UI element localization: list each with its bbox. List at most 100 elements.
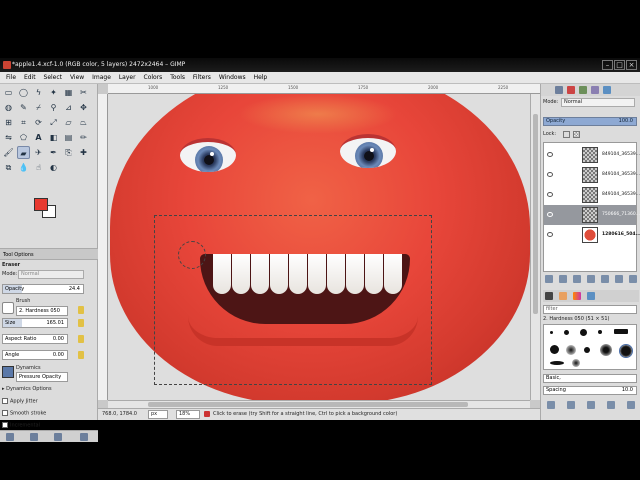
restore-options-icon[interactable] [30, 433, 38, 441]
menu-help[interactable]: Help [254, 72, 268, 84]
menu-colors[interactable]: Colors [144, 72, 163, 84]
brush-item[interactable] [614, 329, 628, 334]
duplicate-brush-icon[interactable] [587, 401, 595, 409]
dynamics-options-expander[interactable]: ▸ Dynamics Options [2, 386, 96, 392]
brush-item[interactable] [564, 330, 569, 335]
zoom-tool-icon[interactable]: ⚲ [47, 101, 60, 114]
layer-opacity-slider[interactable]: Opacity 100.0 [543, 117, 637, 126]
minimize-button[interactable]: – [602, 60, 613, 70]
bucket-fill-tool-icon[interactable]: ◧ [47, 131, 60, 144]
scissors-tool-icon[interactable]: ✂ [77, 86, 90, 99]
layer-row-selected[interactable]: 750666_71360... [544, 205, 640, 225]
layer-row[interactable]: 849104_36539... [544, 145, 640, 165]
opacity-slider[interactable]: Opacity 24.4 [2, 284, 84, 294]
patterns-tab-icon[interactable] [559, 292, 567, 300]
aspect-reset-icon[interactable] [78, 335, 84, 343]
reset-options-icon[interactable] [80, 433, 88, 441]
brush-select[interactable]: 2. Hardness 050 [16, 306, 68, 316]
airbrush-tool-icon[interactable]: ✈ [32, 146, 45, 159]
brush-item-selected[interactable] [619, 344, 633, 358]
gradients-tab-icon[interactable] [573, 292, 581, 300]
brush-item[interactable] [580, 329, 587, 336]
menu-windows[interactable]: Windows [219, 72, 246, 84]
brush-item[interactable] [600, 344, 612, 356]
delete-brush-icon[interactable] [607, 401, 615, 409]
brush-preview-icon[interactable] [2, 302, 14, 314]
foreground-select-tool-icon[interactable]: ◍ [2, 101, 15, 114]
clone-tool-icon[interactable]: ⎘ [62, 146, 75, 159]
brushes-tab-icon[interactable] [545, 292, 553, 300]
brush-item[interactable] [598, 330, 602, 334]
layer-row[interactable]: 849104_36539... [544, 185, 640, 205]
ellipse-select-tool-icon[interactable]: ◯ [17, 86, 30, 99]
visibility-eye-icon[interactable] [547, 172, 553, 177]
size-slider[interactable]: Size 165.01 [2, 318, 68, 328]
save-options-icon[interactable] [6, 433, 14, 441]
new-layer-group-icon[interactable] [559, 275, 567, 283]
delete-layer-icon[interactable] [629, 275, 637, 283]
brush-filter-input[interactable]: filter [543, 305, 637, 314]
brush-item[interactable] [550, 361, 564, 365]
rect-select-tool-icon[interactable]: ▭ [2, 86, 15, 99]
layer-row[interactable]: 1280616_504... [544, 225, 640, 245]
menu-view[interactable]: View [70, 72, 84, 84]
paths-tab-icon[interactable] [579, 86, 587, 94]
brush-tag-input[interactable]: Basic, [543, 374, 637, 383]
vertical-scroll-thumb[interactable] [533, 114, 538, 314]
perspective-clone-tool-icon[interactable]: ⧉ [2, 161, 15, 174]
raise-layer-icon[interactable] [573, 275, 581, 283]
refresh-brushes-icon[interactable] [627, 401, 635, 409]
dynamics-select[interactable]: Pressure Opacity [16, 372, 68, 382]
ink-tool-icon[interactable]: ✒ [47, 146, 60, 159]
dynamics-icon[interactable] [2, 366, 14, 378]
brush-item[interactable] [572, 359, 580, 367]
move-tool-icon[interactable]: ✥ [77, 101, 90, 114]
brush-spacing-slider[interactable]: Spacing 10.0 [543, 386, 637, 395]
rotate-tool-icon[interactable]: ⟳ [32, 116, 45, 129]
horizontal-ruler[interactable]: 1000 1250 1500 1750 2000 2250 [108, 84, 540, 94]
color-picker-tool-icon[interactable]: ⌿ [32, 101, 45, 114]
horizontal-scrollbar[interactable] [108, 400, 530, 408]
paths-tool-icon[interactable]: ✎ [17, 101, 30, 114]
brush-edit-icon[interactable] [78, 306, 84, 314]
vertical-scrollbar[interactable] [530, 94, 540, 400]
new-layer-icon[interactable] [545, 275, 553, 283]
channels-tab-icon[interactable] [567, 86, 575, 94]
angle-slider[interactable]: Angle 0.00 [2, 350, 68, 360]
brush-item[interactable] [584, 347, 590, 353]
crop-tool-icon[interactable]: ⌗ [17, 116, 30, 129]
by-color-select-tool-icon[interactable]: ▦ [62, 86, 75, 99]
smooth-stroke-option[interactable]: Smooth stroke [2, 410, 96, 417]
angle-reset-icon[interactable] [78, 351, 84, 359]
aspect-ratio-slider[interactable]: Aspect Ratio 0.00 [2, 334, 68, 344]
vertical-ruler[interactable] [98, 94, 108, 400]
apply-jitter-option[interactable]: Apply Jitter [2, 398, 96, 405]
lock-pixels-icon[interactable] [563, 131, 570, 138]
incremental-checkbox[interactable] [2, 422, 8, 428]
delete-options-icon[interactable] [54, 433, 62, 441]
free-select-tool-icon[interactable]: ϟ [32, 86, 45, 99]
menu-select[interactable]: Select [44, 72, 63, 84]
zoom-select[interactable]: 18% [176, 410, 200, 419]
brush-item[interactable] [550, 331, 553, 334]
edit-brush-icon[interactable] [547, 401, 555, 409]
menu-file[interactable]: File [6, 72, 16, 84]
layers-tab-icon[interactable] [555, 86, 563, 94]
smudge-tool-icon[interactable]: ☝ [32, 161, 45, 174]
layer-mode-select[interactable]: Normal [561, 98, 635, 107]
new-brush-icon[interactable] [567, 401, 575, 409]
heal-tool-icon[interactable]: ✚ [77, 146, 90, 159]
tool-options-tab[interactable]: Tool Options [0, 248, 98, 260]
dodge-tool-icon[interactable]: ◐ [47, 161, 60, 174]
foreground-color-swatch[interactable] [34, 198, 48, 211]
images-tab-icon[interactable] [603, 86, 611, 94]
visibility-eye-icon[interactable] [547, 232, 553, 237]
duplicate-layer-icon[interactable] [601, 275, 609, 283]
mode-select[interactable]: Normal [18, 270, 84, 279]
align-tool-icon[interactable]: ⊞ [2, 116, 15, 129]
fg-bg-colors[interactable] [32, 196, 64, 222]
brush-item[interactable] [550, 345, 559, 354]
perspective-tool-icon[interactable]: ⏢ [77, 116, 90, 129]
flip-tool-icon[interactable]: ⇋ [2, 131, 15, 144]
apply-jitter-checkbox[interactable] [2, 398, 8, 404]
